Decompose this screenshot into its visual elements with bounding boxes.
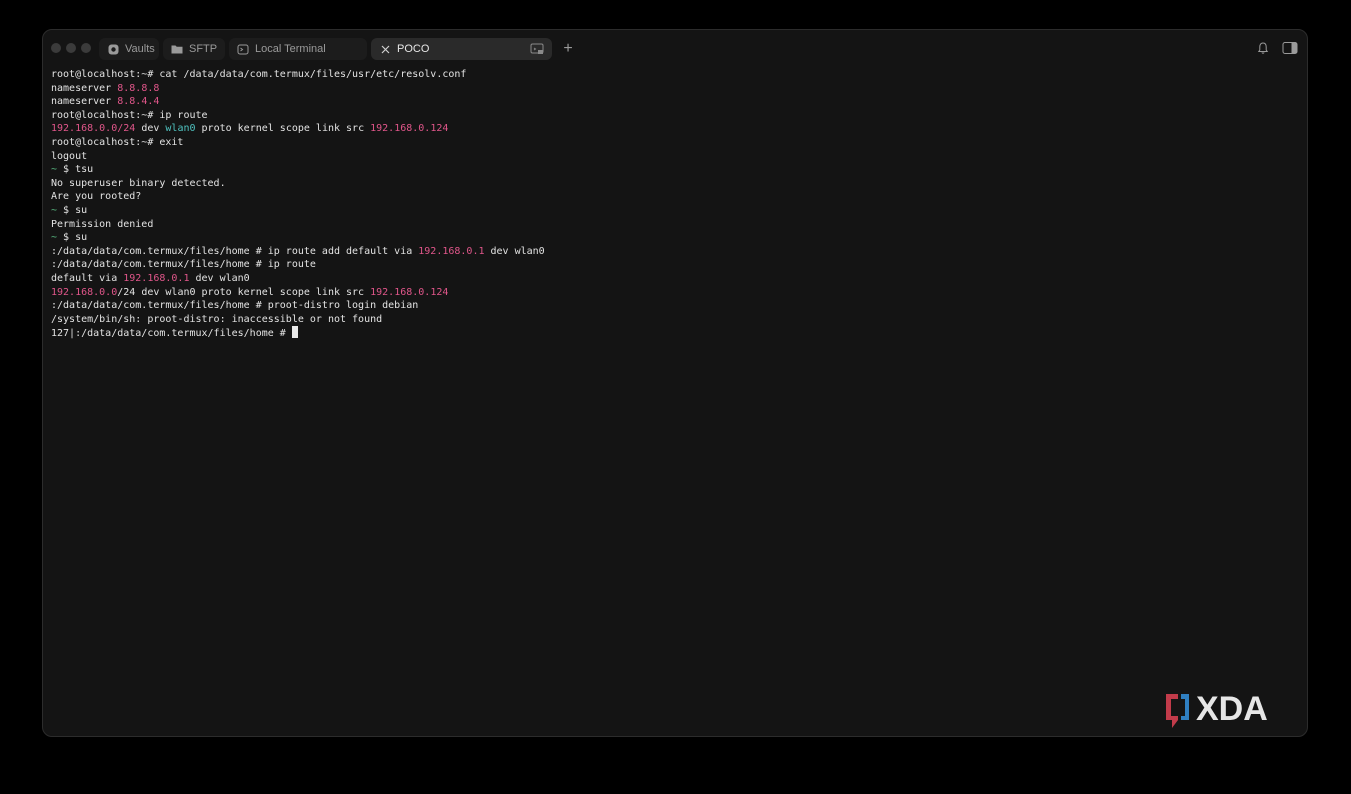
terminal-line: nameserver 8.8.8.8 — [51, 82, 1299, 96]
terminal-text-segment: :/data/data/com.termux/files/home # ip r… — [51, 245, 419, 257]
new-tab-button[interactable]: + — [559, 40, 577, 58]
terminal-text-segment: ~ — [51, 232, 64, 244]
terminal-line: default via 192.168.0.1 dev wlan0 — [51, 272, 1299, 286]
terminal-text-segment: nameserver — [51, 82, 118, 94]
vault-icon — [107, 43, 119, 55]
terminal-text-segment: 192.168.0.124 — [370, 123, 449, 135]
watermark-text: XDA — [1196, 690, 1268, 728]
terminal-text-segment: 192.168.0.0 — [51, 286, 118, 298]
terminal-line: logout — [51, 150, 1299, 164]
terminal-text-segment: logout — [51, 150, 88, 162]
terminal-text-segment: Permission denied — [51, 218, 154, 230]
close-window-button[interactable] — [51, 43, 61, 53]
terminal-line: :/data/data/com.termux/files/home # proo… — [51, 299, 1299, 313]
terminal-text-segment: 192.168.0.1 — [123, 272, 190, 284]
terminal-text-segment: root@localhost:~# cat /data/data/com.ter… — [51, 69, 467, 80]
terminal-window: Vaults SFTP Local Terminal POCO + root@l… — [42, 29, 1308, 737]
tab-vaults[interactable]: Vaults — [99, 38, 159, 60]
terminal-text-segment: dev wlan0 — [484, 245, 545, 257]
terminal-text-segment: dev — [135, 123, 166, 135]
title-bar: Vaults SFTP Local Terminal POCO + — [43, 30, 1307, 66]
folder-icon — [171, 43, 183, 55]
terminal-text-segment: ~ — [51, 204, 64, 216]
terminal-text-segment: 192.168.0.1 — [418, 245, 485, 257]
tab-local-terminal[interactable]: Local Terminal — [229, 38, 367, 60]
maximize-window-button[interactable] — [81, 43, 91, 53]
terminal-line: ~ $ su — [51, 231, 1299, 245]
terminal-text-segment: default via — [51, 272, 124, 284]
terminal-text-segment: wlan0 — [165, 123, 196, 135]
terminal-output[interactable]: root@localhost:~# cat /data/data/com.ter… — [51, 68, 1299, 728]
terminal-line: root@localhost:~# ip route — [51, 109, 1299, 123]
terminal-text-segment: $ tsu — [63, 164, 94, 176]
terminal-line: /system/bin/sh: proot-distro: inaccessib… — [51, 313, 1299, 327]
split-view-icon[interactable] — [530, 42, 544, 56]
terminal-text-segment: :/data/data/com.termux/files/home # ip r… — [51, 259, 316, 271]
terminal-line: root@localhost:~# cat /data/data/com.ter… — [51, 68, 1299, 82]
terminal-line: Permission denied — [51, 218, 1299, 232]
tab-label: Local Terminal — [255, 43, 326, 55]
terminal-text-segment: proto kernel scope link src — [195, 123, 371, 135]
minimize-window-button[interactable] — [66, 43, 76, 53]
terminal-text-segment: $ su — [63, 204, 88, 216]
bell-icon[interactable] — [1256, 41, 1272, 57]
terminal-text-segment: 8.8.8.8 — [117, 82, 160, 94]
terminal-text-segment: ~ — [51, 164, 64, 176]
tab-label: SFTP — [189, 43, 218, 55]
tab-label: POCO — [397, 43, 430, 55]
terminal-text-segment: nameserver — [51, 96, 118, 108]
terminal-text-segment: No superuser binary detected. — [51, 177, 226, 189]
terminal-text-segment: root@localhost:~# exit — [51, 136, 184, 148]
terminal-text-segment: 192.168.0.0/24 — [51, 123, 136, 135]
terminal-line: 127|:/data/data/com.termux/files/home # — [51, 326, 1299, 340]
terminal-line: :/data/data/com.termux/files/home # ip r… — [51, 258, 1299, 272]
terminal-text-segment: 192.168.0.124 — [370, 286, 449, 298]
terminal-line: nameserver 8.8.4.4 — [51, 95, 1299, 109]
terminal-text-segment: Are you rooted? — [51, 191, 142, 203]
terminal-line: ~ $ tsu — [51, 163, 1299, 177]
tab-label: Vaults — [125, 43, 155, 55]
terminal-line: No superuser binary detected. — [51, 177, 1299, 191]
tab-sftp[interactable]: SFTP — [163, 38, 225, 60]
terminal-line: Are you rooted? — [51, 190, 1299, 204]
terminal-text-segment: root@localhost:~# ip route — [51, 109, 208, 121]
terminal-line: 192.168.0.0/24 dev wlan0 proto kernel sc… — [51, 286, 1299, 300]
terminal-line: root@localhost:~# exit — [51, 136, 1299, 150]
terminal-line: :/data/data/com.termux/files/home # ip r… — [51, 245, 1299, 259]
terminal-text-segment: /24 dev wlan0 proto kernel scope link sr… — [117, 286, 371, 298]
terminal-text-segment: dev wlan0 — [189, 272, 250, 284]
sidebar-toggle-icon[interactable] — [1282, 41, 1298, 57]
terminal-text-segment: :/data/data/com.termux/files/home # proo… — [51, 300, 419, 312]
terminal-text-segment: 127|:/data/data/com.termux/files/home # — [51, 328, 292, 340]
terminal-text-segment: $ su — [63, 232, 88, 244]
terminal-text-segment: 8.8.4.4 — [117, 96, 160, 108]
terminal-cursor — [291, 326, 298, 339]
terminal-line: 192.168.0.0/24 dev wlan0 proto kernel sc… — [51, 122, 1299, 136]
terminal-text-segment: /system/bin/sh: proot-distro: inaccessib… — [51, 313, 383, 325]
terminal-icon — [237, 43, 249, 55]
tab-poco[interactable]: POCO — [371, 38, 552, 60]
xda-logo-icon: XDA — [1162, 690, 1292, 730]
close-icon[interactable] — [379, 43, 391, 55]
terminal-line: ~ $ su — [51, 204, 1299, 218]
